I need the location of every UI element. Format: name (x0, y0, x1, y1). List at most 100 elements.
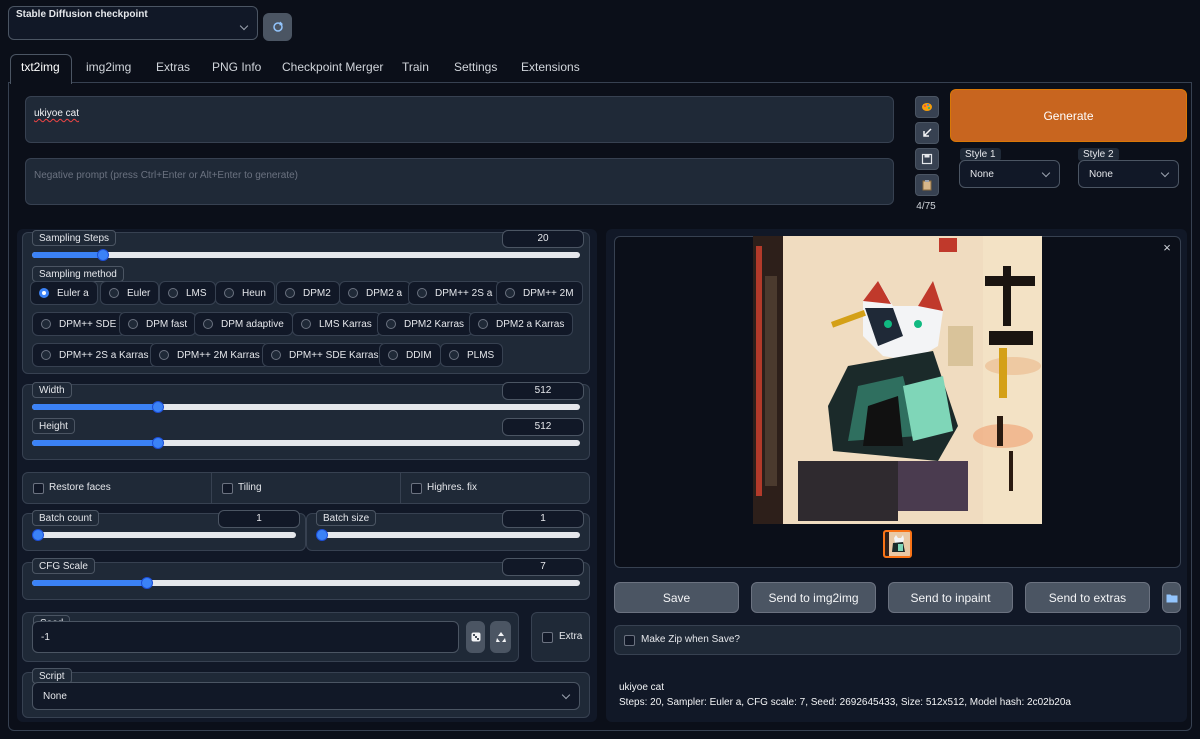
script-select[interactable]: None (32, 682, 580, 710)
sampler-heun[interactable]: Heun (215, 281, 275, 305)
open-folder-button[interactable] (1162, 582, 1181, 613)
clipboard-button[interactable] (915, 174, 939, 196)
sampler-dpmpp-sde-karras[interactable]: DPM++ SDE Karras (262, 343, 388, 367)
sampler-dpmpp-2m-karras[interactable]: DPM++ 2M Karras (150, 343, 269, 367)
cfg-scale-input[interactable]: 7 (502, 558, 584, 576)
sampler-ddim[interactable]: DDIM (379, 343, 441, 367)
style2-select[interactable]: None (1078, 160, 1179, 188)
highres-fix-checkbox[interactable] (411, 483, 422, 494)
style2-value: None (1089, 168, 1113, 180)
save-button[interactable]: Save (614, 582, 739, 613)
cfg-scale-slider[interactable] (32, 577, 580, 589)
slider-thumb[interactable] (32, 529, 44, 541)
sampler-dpm2-a-karras[interactable]: DPM2 a Karras (469, 312, 574, 336)
sampler-lms-karras[interactable]: LMS Karras (292, 312, 381, 336)
send-to-inpaint-button[interactable]: Send to inpaint (888, 582, 1013, 613)
batch-count-slider[interactable] (32, 529, 296, 541)
sampler-dpm2[interactable]: DPM2 (276, 281, 340, 305)
seed-value: -1 (41, 632, 50, 643)
chevron-down-icon (1041, 168, 1051, 177)
send-to-extras-button[interactable]: Send to extras (1025, 582, 1150, 613)
palette-icon (922, 103, 932, 111)
checkpoint-refresh-button[interactable] (263, 13, 292, 41)
batch-count-label: Batch count (32, 510, 99, 526)
tiling-label: Tiling (238, 482, 262, 493)
batch-count-input[interactable]: 1 (218, 510, 300, 528)
clipboard-icon (922, 180, 932, 191)
style1-value: None (970, 168, 994, 180)
gallery-thumbnail[interactable] (883, 530, 912, 558)
generated-image[interactable] (753, 236, 1042, 524)
seed-extra-label: Extra (559, 631, 583, 642)
tab-settings[interactable]: Settings (454, 60, 497, 74)
tab-train[interactable]: Train (402, 60, 429, 74)
reuse-seed-button[interactable] (490, 621, 511, 653)
tab-extensions[interactable]: Extensions (521, 60, 580, 74)
sampler-dpmpp-sde[interactable]: DPM++ SDE (32, 312, 126, 336)
script-value: None (43, 690, 67, 702)
sampler-euler-a[interactable]: Euler a (30, 281, 98, 305)
close-icon: × (1163, 240, 1171, 255)
sampler-dpmpp-2s-a-karras[interactable]: DPM++ 2S a Karras (32, 343, 158, 367)
sampler-dpm2-karras[interactable]: DPM2 Karras (377, 312, 474, 336)
tab-checkpoint-merger[interactable]: Checkpoint Merger (282, 60, 383, 74)
batch-size-slider[interactable] (316, 529, 580, 541)
batch-size-input[interactable]: 1 (502, 510, 584, 528)
height-slider[interactable] (32, 437, 580, 449)
random-seed-button[interactable] (466, 621, 485, 653)
width-slider[interactable] (32, 401, 580, 413)
restore-faces-checkbox[interactable] (33, 483, 44, 494)
dice-icon (471, 632, 480, 642)
tab-txt2img[interactable]: txt2img (21, 60, 60, 74)
send-to-img2img-button[interactable]: Send to img2img (751, 582, 876, 613)
sampler-lms[interactable]: LMS (159, 281, 216, 305)
make-zip-label: Make Zip when Save? (641, 634, 740, 645)
recycle-icon (495, 632, 506, 642)
height-input[interactable]: 512 (502, 418, 584, 436)
negative-prompt-textarea[interactable]: Negative prompt (press Ctrl+Enter or Alt… (25, 158, 894, 205)
checkpoint-label: Stable Diffusion checkpoint (16, 9, 148, 20)
slider-thumb[interactable] (141, 577, 154, 589)
sampling-method-label: Sampling method (32, 266, 124, 282)
sampler-euler[interactable]: Euler (100, 281, 160, 305)
ukiyoe-cat-image (753, 236, 1042, 524)
sampler-dpmpp-2s-a[interactable]: DPM++ 2S a (408, 281, 502, 305)
sampling-steps-slider[interactable] (32, 249, 580, 261)
seed-input[interactable]: -1 (32, 621, 459, 653)
tab-extras[interactable]: Extras (156, 60, 190, 74)
slider-thumb[interactable] (152, 401, 165, 413)
seed-extra-checkbox[interactable] (542, 632, 553, 643)
close-gallery-button[interactable]: × (1160, 241, 1174, 255)
tab-png-info[interactable]: PNG Info (212, 60, 261, 74)
sampling-steps-input[interactable]: 20 (502, 230, 584, 248)
sampler-plms[interactable]: PLMS (440, 343, 504, 367)
read-params-button[interactable] (915, 122, 939, 144)
cfg-scale-label: CFG Scale (32, 558, 95, 574)
sampler-dpm-fast[interactable]: DPM fast (119, 312, 197, 336)
sampler-dpmpp-2m[interactable]: DPM++ 2M (496, 281, 583, 305)
generation-info-params: Steps: 20, Sampler: Euler a, CFG scale: … (619, 697, 1071, 708)
thumbnail-image (885, 532, 910, 556)
paste-style-button[interactable] (915, 96, 939, 118)
slider-thumb[interactable] (152, 437, 165, 449)
height-label: Height (32, 418, 75, 434)
chevron-down-icon (1160, 168, 1170, 177)
tab-img2img[interactable]: img2img (86, 60, 131, 74)
prompt-text: ukiyoe cat (34, 108, 80, 119)
save-icon (921, 153, 933, 165)
options-divider-1 (211, 472, 212, 504)
slider-fill (32, 580, 148, 586)
tiling-checkbox[interactable] (222, 483, 233, 494)
style1-select[interactable]: None (959, 160, 1060, 188)
sampler-dpm-adaptive[interactable]: DPM adaptive (194, 312, 293, 336)
token-counter: 4/75 (916, 201, 936, 212)
generate-button[interactable]: Generate (950, 89, 1187, 142)
slider-thumb[interactable] (316, 529, 328, 541)
negative-prompt-placeholder: Negative prompt (press Ctrl+Enter or Alt… (34, 170, 299, 181)
slider-fill (32, 440, 159, 446)
save-style-button[interactable] (915, 148, 939, 170)
make-zip-checkbox[interactable] (624, 635, 635, 646)
width-input[interactable]: 512 (502, 382, 584, 400)
sampler-dpm2-a[interactable]: DPM2 a (339, 281, 412, 305)
prompt-textarea[interactable]: ukiyoe cat (25, 96, 894, 143)
